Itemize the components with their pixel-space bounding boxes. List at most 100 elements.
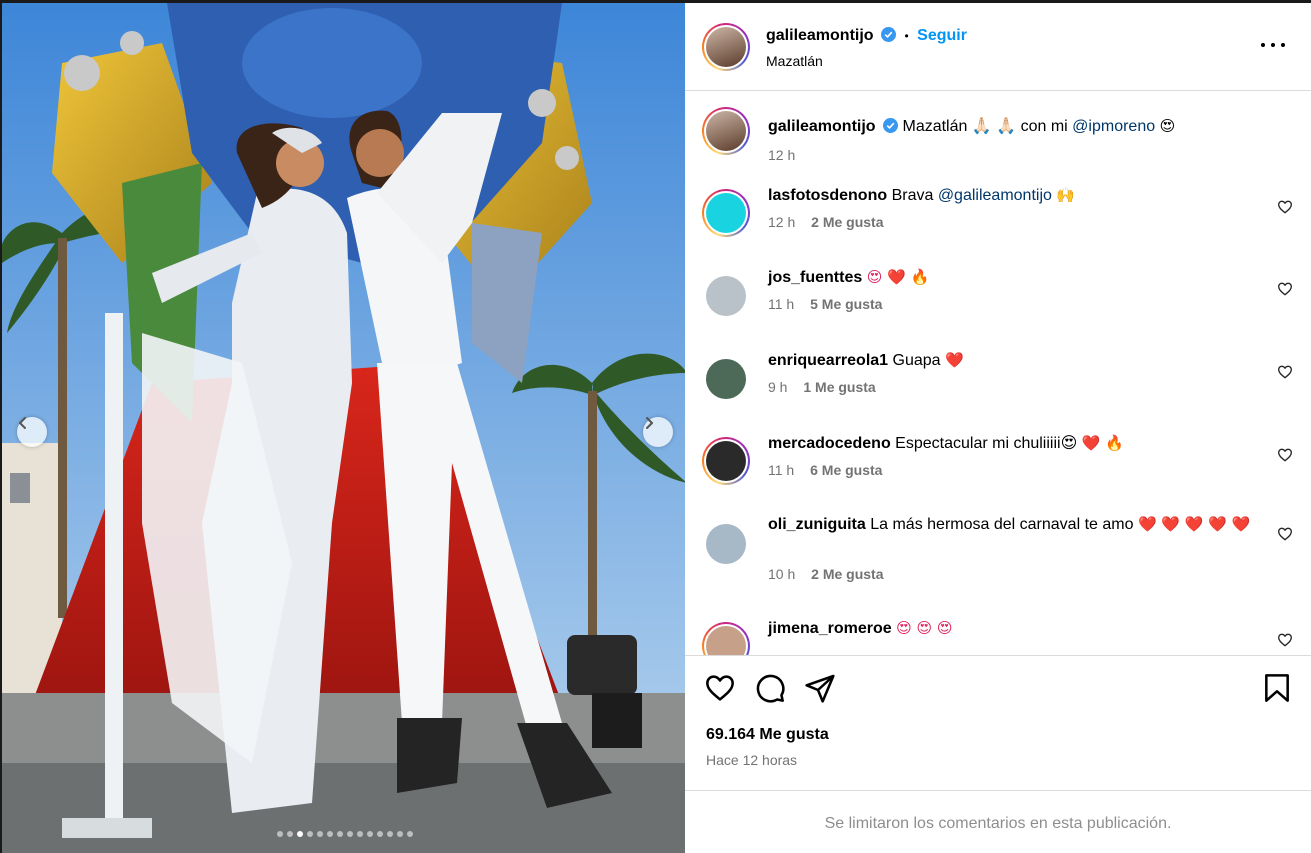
comment-username[interactable]: enriquearreola1 [768,352,888,369]
comment-likes[interactable]: 2 Me gusta [811,566,883,582]
carousel-dot [376,831,383,837]
verified-badge-icon [881,27,897,42]
carousel-prev-button[interactable] [17,417,47,447]
carousel-dot [336,831,343,837]
post-media [0,0,685,853]
comment-username[interactable]: lasfotosdenono [768,187,887,204]
post-actions: 69.164 Me gusta Hace 12 horas [685,655,1311,790]
comment-like-icon[interactable] [1277,447,1293,463]
post-time: Hace 12 horas [706,752,798,768]
caption-text: galileamontijo Mazatlán 🙏🏻 🙏🏻 con mi @ip… [768,114,1258,139]
caption-time: 12 h [768,147,796,163]
comment-text: mercadocedeno Espectacular mi chuliiiii😍… [768,431,1258,456]
post-photo [2,3,685,853]
likes-count[interactable]: 69.164 Me gusta [706,726,829,744]
avatar[interactable] [702,23,750,71]
avatar[interactable] [706,359,746,399]
header-separator: • [904,29,909,43]
comment-time: 11 h [768,462,795,478]
comment-emoji: ❤️ [945,351,964,369]
carousel-dot [406,831,413,837]
carousel-dot [306,831,313,837]
carousel-indicator [2,831,685,837]
comment-like-icon[interactable] [1277,281,1293,297]
comment-likes[interactable]: 1 Me gusta [803,379,875,395]
comment-username[interactable]: jos_fuenttes [768,269,862,286]
chevron-left-icon [19,417,26,429]
carousel-dot [286,831,293,837]
carousel-dot [296,831,303,837]
comment-like-icon[interactable] [1277,199,1293,215]
comment-like-icon[interactable] [1277,364,1293,380]
comment-meta: 12 h 2 Me gusta [768,214,884,230]
follow-button[interactable]: Seguir [917,27,967,44]
comment-time: 10 h [768,566,796,582]
comment-meta: 10 h 2 Me gusta [768,566,884,582]
comment-username[interactable]: jimena_romeroe [768,620,892,637]
comment-body: Guapa [892,352,941,369]
avatar-image [706,441,746,481]
carousel-dot [276,831,283,837]
post-header: galileamontijo • Seguir Mazatlán [685,3,1311,91]
avatar[interactable] [702,189,750,237]
carousel-dot [356,831,363,837]
comment-icon[interactable] [754,672,786,704]
comment-text: jimena_romeroe 😍 😍 😍 [768,616,1258,641]
comment-text: lasfotosdenono Brava @galileamontijo 🙌 [768,183,1258,208]
more-icon [1261,43,1265,47]
comment-body: La más hermosa del carnaval te amo [870,516,1134,533]
comment-body: Espectacular mi chuliiiii😍 [895,435,1078,452]
caption-mention[interactable]: @ipmoreno [1072,118,1155,135]
more-options-button[interactable] [1261,39,1285,51]
header-user-line: galileamontijo • Seguir [766,27,967,45]
carousel-dot [386,831,393,837]
comment-meta [768,647,780,655]
avatar[interactable] [702,107,750,155]
comments-limited-notice: Se limitaron los comentarios en esta pub… [685,790,1311,853]
bookmark-icon[interactable] [1261,672,1293,704]
comment-time: 11 h [768,296,795,312]
chevron-right-icon [646,417,653,429]
comment-time: 9 h [768,379,788,395]
avatar[interactable] [706,524,746,564]
instagram-post-modal: galileamontijo • Seguir Mazatlán galilea… [0,0,1311,853]
comment-emoji: ❤️ ❤️ ❤️ ❤️ ❤️ [1137,515,1251,533]
comment-username[interactable]: mercadocedeno [768,435,891,452]
carousel-next-button[interactable] [643,417,673,447]
carousel-dot [346,831,353,837]
carousel-dot [326,831,333,837]
avatar[interactable] [702,622,750,655]
comment-text: enriquearreola1 Guapa ❤️ [768,348,1258,373]
comment-time: 12 h [768,214,796,230]
comment-text: jos_fuenttes 😍 ❤️ 🔥 [768,265,1258,290]
share-icon[interactable] [804,672,836,704]
comment-emoji: ❤️ 🔥 [1081,434,1124,452]
avatar[interactable] [702,437,750,485]
caption-username[interactable]: galileamontijo [768,118,876,135]
avatar-image [706,193,746,233]
heart-icon[interactable] [704,672,736,704]
comment-likes[interactable]: 6 Me gusta [810,462,882,478]
comment-likes[interactable]: 5 Me gusta [810,296,882,312]
comments-list: galileamontijo Mazatlán 🙏🏻 🙏🏻 con mi @ip… [685,92,1311,655]
caption-body: Mazatlán 🙏🏻 🙏🏻 con mi [902,118,1068,135]
comment-emoji: 😍 😍 😍 [896,619,953,637]
avatar[interactable] [706,276,746,316]
comment-username[interactable]: oli_zuniguita [768,516,866,533]
comment-likes[interactable]: 2 Me gusta [811,214,883,230]
comment-mention[interactable]: @galileamontijo [938,187,1052,204]
carousel-dot [316,831,323,837]
post-side-panel: galileamontijo • Seguir Mazatlán galilea… [685,0,1311,853]
carousel-dot [396,831,403,837]
comment-meta: 11 h 6 Me gusta [768,462,882,478]
comment-emoji: 😍 ❤️ 🔥 [866,268,930,286]
comment-emoji: 🙌 [1056,186,1076,204]
carousel-dot [366,831,373,837]
comment-body: Brava [891,187,934,204]
header-username[interactable]: galileamontijo [766,27,874,44]
comment-like-icon[interactable] [1277,526,1293,542]
comment-like-icon[interactable] [1277,632,1293,648]
comment-meta: 9 h 1 Me gusta [768,379,876,395]
post-location[interactable]: Mazatlán [766,53,823,69]
caption-emoji: 😍 [1159,117,1176,135]
